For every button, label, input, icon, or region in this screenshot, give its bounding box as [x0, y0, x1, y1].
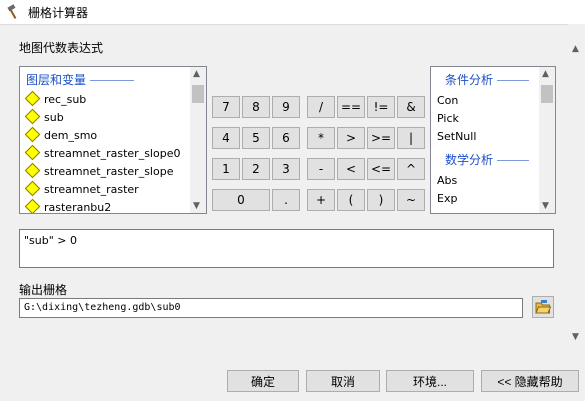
layer-name: rec_sub: [44, 93, 87, 106]
layer-name: rasteranbu2: [44, 201, 112, 214]
list-item[interactable]: streamnet_raster_slope: [24, 162, 174, 181]
hide-help-button[interactable]: << 隐藏帮助: [481, 370, 579, 392]
calc-button-not[interactable]: ~: [397, 189, 425, 211]
layer-name: sub: [44, 111, 64, 124]
calc-button-1[interactable]: 1: [212, 158, 240, 180]
calc-button-open-paren[interactable]: (: [337, 189, 365, 211]
list-item[interactable]: streamnet_raster_slope0: [24, 144, 181, 163]
calc-button-minus[interactable]: -: [307, 158, 335, 180]
window-title: 栅格计算器: [28, 6, 89, 20]
browse-button[interactable]: [532, 296, 554, 318]
hammer-icon: [6, 4, 22, 20]
math-group-header: 数学分析: [445, 151, 530, 168]
calc-button-less-equal[interactable]: <=: [367, 158, 395, 180]
calc-button-4[interactable]: 4: [212, 127, 240, 149]
raster-layer-icon: [24, 126, 41, 143]
calc-button-multiply[interactable]: *: [307, 127, 335, 149]
list-item[interactable]: Exp: [437, 192, 457, 205]
layer-name: dem_smo: [44, 129, 98, 142]
functions-list[interactable]: 条件分析 Con Pick SetNull 数学分析 Abs Exp ▲ ▼: [430, 66, 556, 214]
functions-scrollbar[interactable]: ▲ ▼: [539, 67, 555, 213]
scroll-down-icon[interactable]: ▼: [193, 201, 200, 211]
raster-layer-icon: [24, 108, 41, 125]
calc-button-0[interactable]: 0: [212, 189, 270, 211]
list-item[interactable]: streamnet_raster: [24, 180, 139, 199]
list-item[interactable]: SetNull: [437, 130, 476, 143]
layer-name: streamnet_raster_slope0: [44, 147, 181, 160]
calc-button-close-paren[interactable]: ): [367, 189, 395, 211]
calc-button-equal[interactable]: ==: [337, 96, 365, 118]
list-item[interactable]: Pick: [437, 112, 459, 125]
math-group-label: 数学分析: [445, 153, 494, 167]
ok-button[interactable]: 确定: [227, 370, 299, 392]
calc-button-or[interactable]: |: [397, 127, 425, 149]
list-item[interactable]: sub: [24, 108, 64, 127]
list-item[interactable]: dem_smo: [24, 126, 98, 145]
output-path-input[interactable]: G:\dixing\tezheng.gdb\sub0: [19, 298, 523, 318]
calc-button-3[interactable]: 3: [272, 158, 300, 180]
calc-button-greater-equal[interactable]: >=: [367, 127, 395, 149]
expression-section-label: 地图代数表达式: [19, 41, 104, 55]
list-item[interactable]: Con: [437, 94, 458, 107]
title-bar: 栅格计算器: [0, 0, 585, 24]
raster-layer-icon: [24, 144, 41, 161]
scroll-up-icon[interactable]: ▲: [193, 69, 200, 79]
calc-button-5[interactable]: 5: [242, 127, 270, 149]
environments-button[interactable]: 环境...: [386, 370, 474, 392]
calc-button-8[interactable]: 8: [242, 96, 270, 118]
list-item[interactable]: rasteranbu2: [24, 198, 112, 214]
cancel-button[interactable]: 取消: [306, 370, 380, 392]
calc-button-divide[interactable]: /: [307, 96, 335, 118]
scroll-up-icon[interactable]: ▲: [572, 44, 579, 54]
expression-input[interactable]: "sub" > 0: [19, 229, 554, 268]
scroll-up-icon[interactable]: ▲: [542, 69, 549, 79]
calc-button-and[interactable]: &: [397, 96, 425, 118]
layers-group-header: 图层和变量: [26, 71, 135, 88]
layer-name: streamnet_raster_slope: [44, 165, 174, 178]
dialog-scrollbar[interactable]: ▲ ▼: [568, 24, 585, 361]
calc-button-xor[interactable]: ^: [397, 158, 425, 180]
calc-button-6[interactable]: 6: [272, 127, 300, 149]
layer-name: streamnet_raster: [44, 183, 139, 196]
scroll-down-icon[interactable]: ▼: [572, 332, 579, 342]
raster-layer-icon: [24, 90, 41, 107]
layers-list[interactable]: 图层和变量 rec_sub sub dem_smo streamnet_rast…: [19, 66, 207, 214]
raster-layer-icon: [24, 198, 41, 213]
scroll-down-icon[interactable]: ▼: [542, 201, 549, 211]
conditional-group-label: 条件分析: [445, 73, 494, 87]
raster-layer-icon: [24, 162, 41, 179]
list-item[interactable]: rec_sub: [24, 90, 87, 109]
calc-button-2[interactable]: 2: [242, 158, 270, 180]
calc-button-greater[interactable]: >: [337, 127, 365, 149]
calc-button-less[interactable]: <: [337, 158, 365, 180]
calc-button-7[interactable]: 7: [212, 96, 240, 118]
layers-scrollbar[interactable]: ▲ ▼: [190, 67, 206, 213]
output-label: 输出栅格: [19, 283, 68, 297]
list-item[interactable]: Abs: [437, 174, 457, 187]
calc-button-plus[interactable]: +: [307, 189, 335, 211]
calc-button-decimal[interactable]: .: [272, 189, 300, 211]
calc-button-9[interactable]: 9: [272, 96, 300, 118]
layers-group-label: 图层和变量: [26, 73, 87, 87]
raster-layer-icon: [24, 180, 41, 197]
scroll-thumb[interactable]: [541, 85, 553, 103]
conditional-group-header: 条件分析: [445, 71, 530, 88]
scroll-thumb[interactable]: [192, 85, 204, 103]
calc-button-not-equal[interactable]: !=: [367, 96, 395, 118]
